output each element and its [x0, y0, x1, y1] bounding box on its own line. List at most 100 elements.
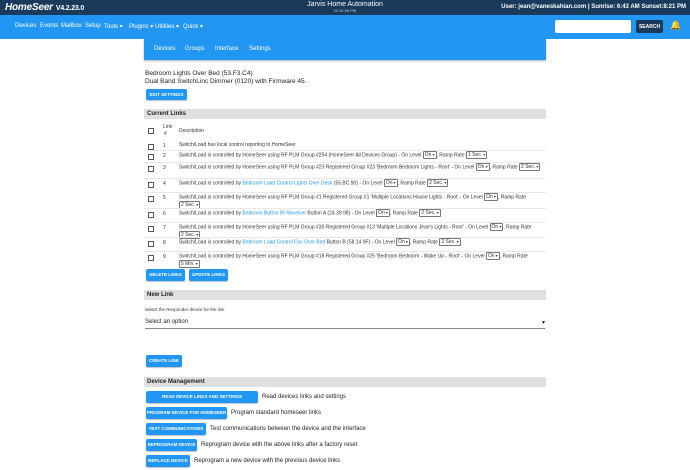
link-value-select[interactable]: On [383, 179, 398, 187]
col-description: Description [179, 128, 205, 134]
nav-devices[interactable]: Devices [15, 23, 36, 29]
nav-utilities[interactable]: Utilities ▾ [155, 23, 179, 30]
link-value-select[interactable]: 5 Min. [179, 260, 200, 269]
top-bar: HomeSeer V4.2.23.0 Jarvis Home Automation… [0, 0, 690, 15]
reprogram-device-button[interactable]: REPROGRAM DEVICE [146, 439, 197, 451]
link-row-description: Switch/Load is controlled by HomeSeer us… [179, 252, 545, 269]
link-value-select[interactable]: On [475, 163, 490, 171]
bell-icon[interactable]: 🔔 [670, 20, 681, 31]
link-row-number: 7 [163, 225, 166, 231]
link-row-number: 5 [163, 195, 166, 201]
link-text: Switch/Load is controlled by [179, 239, 243, 246]
link-value-select[interactable]: On [396, 238, 410, 246]
link-text: , Ramp Rate [497, 194, 526, 201]
link-text: , Ramp Rate [503, 224, 532, 231]
nav-events[interactable]: Events [40, 23, 58, 29]
subnav-groups[interactable]: Groups [185, 46, 205, 52]
user-info: User: jean@vaneskahian.com | Sunrise: 6:… [501, 4, 686, 10]
link-text: Switch/Load is controlled by HomeSeer us… [179, 152, 423, 159]
link-row-description: Switch/Load has local control reporting … [179, 141, 545, 149]
link-value-select[interactable]: On [422, 151, 437, 159]
read-device-links-desc: Read devices links and settings [262, 394, 347, 400]
new-link-header: New Link [144, 290, 546, 300]
create-link-button[interactable]: CREATE LINK [146, 355, 182, 367]
col-hash: # [164, 131, 167, 137]
link-row-description: Switch/Load is controlled by Bedroom Loa… [179, 179, 545, 187]
link-row-description: Switch/Load is controlled by Bedroom Loa… [179, 238, 545, 246]
search-input[interactable] [555, 20, 631, 33]
link-row-checkbox[interactable] [148, 212, 154, 218]
link-value-select[interactable]: 2 Sec. [439, 238, 461, 246]
link-text: , Ramp Rate [389, 210, 420, 217]
link-text: Button A (24.39.98) - On Level [306, 210, 377, 217]
link-row-checkbox[interactable] [148, 154, 154, 160]
link-row-number: 8 [163, 240, 166, 246]
link-text: Button B (58.14.9F) - On Level [325, 239, 397, 246]
subnav-devices[interactable]: Devices [154, 46, 175, 52]
link-row-number: 4 [163, 181, 166, 187]
test-communications-desc: Test communications between the device a… [210, 426, 366, 432]
link-text: Switch/Load is controlled by HomeSeer us… [179, 164, 476, 171]
link-text: Switch/Load is controlled by HomeSeer us… [179, 194, 485, 201]
device-description: Dual Band SwitchLinc Dimmer (0120) with … [145, 78, 307, 85]
responder-select[interactable]: Select an option [145, 319, 545, 329]
link-text: Switch/Load is controlled by HomeSeer us… [179, 253, 486, 260]
link-row-description: Switch/Load is controlled by Bedroom But… [179, 209, 545, 217]
program-device-desc: Program standard homeseer links [231, 410, 322, 416]
update-links-button[interactable]: UPDATE LINKS [189, 269, 228, 281]
nav-quick[interactable]: Quick ▾ [183, 23, 203, 30]
link-text: Switch/Load has local control reporting … [179, 142, 296, 148]
link-text: Switch/Load is controlled by [179, 180, 243, 187]
nav-mailbox[interactable]: Mailbox [61, 23, 82, 29]
device-subnav: Devices Groups Interface Settings [144, 39, 546, 60]
device-name: Bedroom Lights Over Bed (53.F3.C4) [145, 70, 253, 77]
link-text: , Ramp Rate [397, 180, 428, 187]
replace-device-button[interactable]: REPLACE DEVICE [146, 455, 190, 467]
link-value-select[interactable]: On [489, 223, 504, 231]
link-row-checkbox[interactable] [148, 226, 154, 232]
link-value-select[interactable]: 2 Sec. [419, 209, 441, 217]
subnav-interface[interactable]: Interface [215, 46, 238, 52]
link-value-select[interactable]: On [484, 193, 498, 201]
link-value-select[interactable]: 2 Sec. [427, 179, 449, 187]
link-row-checkbox[interactable] [148, 196, 154, 202]
link-row-number: 9 [163, 254, 166, 260]
device-link[interactable]: Bedroom Load Control Lights Over Desk [242, 180, 332, 186]
nav-setup[interactable]: Setup [85, 23, 101, 29]
link-text: , Ramp Rate [489, 164, 520, 171]
link-row-description: Switch/Load is controlled by HomeSeer us… [179, 163, 545, 171]
link-value-select[interactable]: 2 Sec. [519, 163, 541, 171]
link-row-checkbox[interactable] [148, 182, 154, 188]
link-row-number: 2 [163, 153, 166, 159]
link-row-checkbox[interactable] [148, 241, 154, 247]
responder-hint: Select the Responder device for the link [145, 307, 225, 312]
read-device-links-button[interactable]: READ DEVICE LINKS AND SETTINGS [146, 391, 258, 403]
replace-device-desc: Reprogram a new device with the previous… [194, 458, 341, 464]
device-link[interactable]: Bedroom Button IR Receiver [242, 210, 306, 216]
link-row-checkbox[interactable] [148, 166, 154, 172]
link-value-select[interactable]: On [485, 252, 500, 260]
link-row-number: 6 [163, 211, 166, 217]
program-device-button[interactable]: PROGRAM DEVICE FOR HOMESEER [146, 407, 227, 419]
link-row-description: Switch/Load is controlled by HomeSeer us… [179, 151, 545, 159]
subnav-settings[interactable]: Settings [249, 46, 271, 52]
delete-links-button[interactable]: DELETE LINKS [146, 269, 185, 281]
link-value-select[interactable]: On [376, 209, 390, 217]
link-text: , Ramp Rate [436, 152, 466, 159]
select-all-checkbox[interactable] [148, 128, 154, 134]
nav-tools[interactable]: Tools ▾ [104, 23, 123, 30]
link-row-checkbox[interactable] [148, 255, 154, 261]
link-row-number: 1 [163, 143, 166, 149]
current-links-header: Current Links [144, 109, 546, 119]
nav-plugins[interactable]: Plugins ▾ [129, 23, 153, 30]
device-management-header: Device Management [144, 377, 546, 387]
edit-settings-button[interactable]: EDIT SETTINGS [146, 89, 187, 100]
device-link[interactable]: Bedroom Load Control Fan Over Bed [242, 239, 325, 245]
test-communications-button[interactable]: TEST COMMUNICATIONS [146, 423, 206, 435]
link-text: Switch/Load is controlled by HomeSeer us… [179, 224, 490, 231]
search-button[interactable]: SEARCH [636, 20, 663, 33]
link-text: , Ramp Rate [499, 253, 528, 260]
link-text: Switch/Load is controlled by [179, 210, 243, 217]
link-value-select[interactable]: 1 Sec. [466, 151, 488, 159]
main-navbar: Devices Events Mailbox Setup Tools ▾ Plu… [0, 15, 690, 39]
